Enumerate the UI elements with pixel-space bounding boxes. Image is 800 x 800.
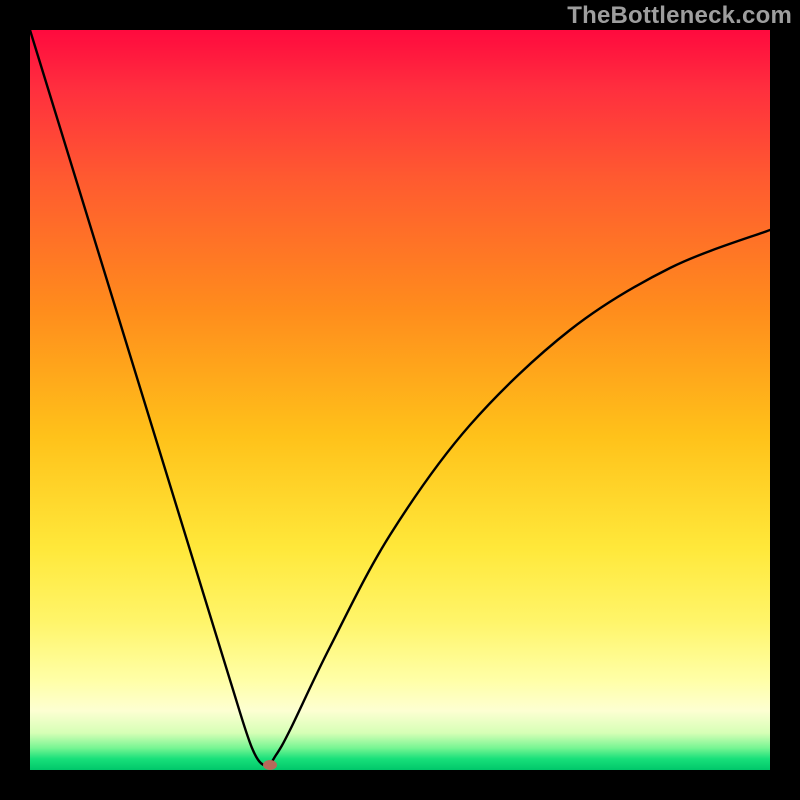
curve-svg <box>30 30 770 770</box>
min-point-marker <box>263 760 277 770</box>
watermark-text: TheBottleneck.com <box>567 2 792 30</box>
bottleneck-curve <box>30 30 770 766</box>
chart-frame: TheBottleneck.com <box>0 0 800 800</box>
plot-area <box>30 30 770 770</box>
